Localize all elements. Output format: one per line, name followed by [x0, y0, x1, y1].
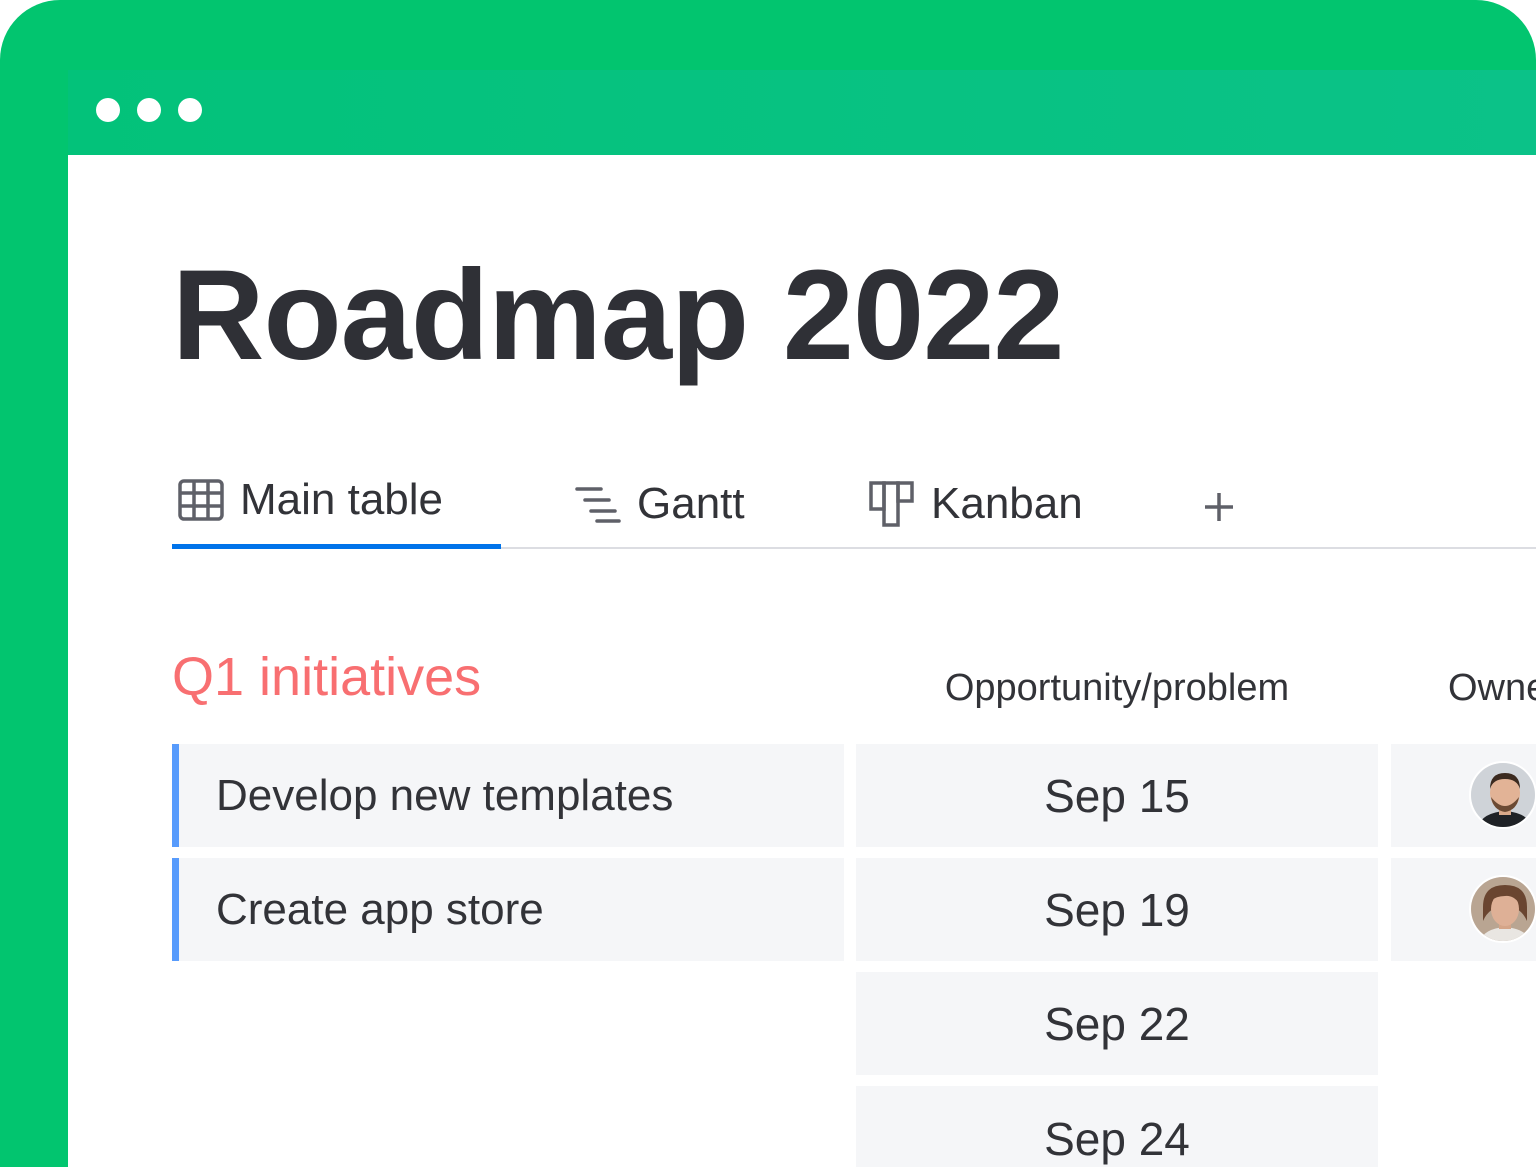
kanban-icon: [869, 481, 915, 527]
view-tabs: Main table Gantt Kanban: [172, 470, 1536, 550]
avatar[interactable]: [1469, 761, 1536, 829]
item-row-2[interactable]: Create app store: [172, 858, 844, 961]
column-header-owner[interactable]: Owne: [1448, 667, 1536, 710]
owner-cell-2[interactable]: [1391, 858, 1536, 961]
window-controls: [96, 98, 202, 122]
tab-gantt-label: Gantt: [637, 479, 745, 528]
tab-kanban-label: Kanban: [931, 479, 1083, 528]
date-value: Sep 15: [1044, 769, 1190, 822]
window-dot-1[interactable]: [96, 98, 120, 122]
tab-main-table-label: Main table: [240, 475, 444, 524]
tab-kanban[interactable]: Kanban: [869, 474, 1083, 534]
table-icon: [178, 479, 224, 521]
window-dot-3[interactable]: [178, 98, 202, 122]
item-name: Develop new templates: [216, 770, 674, 820]
item-name: Create app store: [216, 884, 544, 934]
date-cell-1[interactable]: Sep 15: [856, 744, 1378, 847]
date-value: Sep 24: [1044, 1113, 1190, 1165]
column-header-opportunity[interactable]: Opportunity/problem: [856, 667, 1378, 710]
owner-cell-1[interactable]: [1391, 744, 1536, 847]
window-dot-2[interactable]: [137, 98, 161, 122]
plus-icon: [1202, 490, 1236, 529]
date-cell-4[interactable]: Sep 24: [856, 1086, 1378, 1167]
date-cell-2[interactable]: Sep 19: [856, 858, 1378, 961]
tab-gantt[interactable]: Gantt: [575, 474, 745, 534]
date-cell-3[interactable]: Sep 22: [856, 972, 1378, 1075]
group-title[interactable]: Q1 initiatives: [172, 647, 481, 707]
gantt-icon: [575, 483, 621, 525]
board-title: Roadmap 2022: [172, 244, 1064, 387]
add-view-button[interactable]: [1202, 476, 1242, 536]
avatar[interactable]: [1469, 875, 1536, 943]
window-titlebar: [68, 70, 1536, 155]
date-value: Sep 19: [1044, 883, 1190, 936]
item-row-1[interactable]: Develop new templates: [172, 744, 844, 847]
tab-main-table[interactable]: Main table: [178, 470, 443, 530]
date-value: Sep 22: [1044, 997, 1190, 1050]
